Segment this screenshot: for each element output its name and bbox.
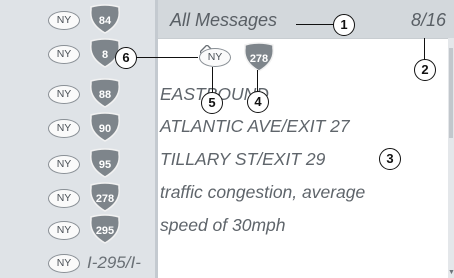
route-number: 295	[95, 225, 115, 237]
state-badge: NY	[48, 221, 80, 240]
message-detail-pane: All Messages 8/16 EASTBOUND ATLANTIC AVE…	[158, 0, 454, 278]
interstate-shield-icon: 90	[88, 112, 122, 142]
route-text: I-295/I-	[87, 253, 141, 272]
interstate-shield-icon: 295	[88, 214, 122, 244]
list-item[interactable]: NY 88	[0, 76, 158, 110]
message-line: ATLANTIC AVE/EXIT 27	[160, 116, 350, 136]
interstate-shield-icon: 278	[88, 182, 122, 212]
page-counter: 8/16	[410, 10, 446, 30]
message-interstate-shield-icon: 278	[242, 42, 276, 72]
route-number: 88	[98, 89, 112, 101]
route-number: 278	[249, 53, 269, 65]
message-line: TILLARY ST/EXIT 29	[160, 149, 326, 169]
list-item[interactable]: NY 90	[0, 110, 158, 144]
list-item[interactable]: NY 278	[0, 180, 158, 214]
state-badge: NY	[48, 119, 80, 138]
callout-6: 6	[115, 47, 137, 69]
callout-leader	[424, 38, 426, 60]
header-bar: All Messages 8/16	[158, 0, 454, 38]
list-item[interactable]: NY 84	[0, 2, 158, 36]
callout-3: 3	[379, 148, 401, 170]
callout-2: 2	[414, 59, 436, 81]
callout-leader	[257, 70, 259, 92]
callout-leader	[296, 24, 334, 26]
scrollbar-thumb[interactable]	[449, 48, 453, 138]
state-badge: NY	[48, 254, 80, 273]
interstate-shield-icon: 88	[88, 78, 122, 108]
state-badge: NY	[48, 11, 80, 30]
scroll-down-icon[interactable]: ▼	[448, 269, 454, 276]
interstate-shield-icon: 84	[88, 4, 122, 34]
state-badge: NY	[48, 189, 80, 208]
route-number: 95	[98, 159, 112, 171]
state-badge: NY	[48, 45, 80, 64]
callout-5: 5	[201, 92, 223, 114]
traffic-message-screen: NY 84 NY 8 NY 88 NY 90 NY 95 NY 278 NY 2…	[0, 0, 454, 278]
scrollbar[interactable]: ▼	[448, 38, 454, 278]
callout-leader	[212, 67, 214, 93]
route-number: 278	[95, 193, 115, 205]
callout-leader	[134, 57, 198, 59]
interstate-shield-icon: 95	[88, 148, 122, 178]
route-number: 90	[98, 123, 112, 135]
state-badge: NY	[48, 85, 80, 104]
state-badge: NY	[48, 155, 80, 174]
message-state-badge: NY	[199, 48, 231, 67]
list-item[interactable]: NY 95	[0, 146, 158, 180]
list-item[interactable]: NY I-295/I-	[0, 246, 158, 278]
page-title: All Messages	[170, 10, 278, 30]
callout-4: 4	[247, 91, 269, 113]
list-item[interactable]: NY 295	[0, 212, 158, 246]
route-number: 84	[98, 15, 112, 27]
message-line: speed of 30mph	[160, 215, 286, 235]
callout-1: 1	[333, 14, 355, 36]
traffic-message-list: NY 84 NY 8 NY 88 NY 90 NY 95 NY 278 NY 2…	[0, 0, 158, 278]
message-line: traffic congestion, average	[160, 182, 366, 202]
divider	[158, 38, 454, 39]
